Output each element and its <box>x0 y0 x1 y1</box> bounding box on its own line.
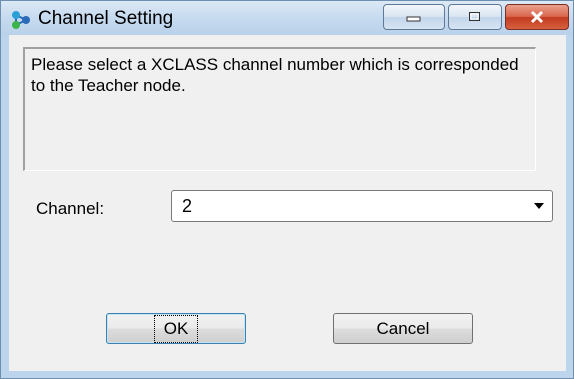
close-icon <box>530 10 544 24</box>
maximize-icon <box>469 12 480 21</box>
channel-selected-value: 2 <box>182 196 193 216</box>
cancel-button[interactable]: Cancel <box>333 313 473 344</box>
ok-button[interactable]: OK <box>106 313 246 344</box>
minimize-button[interactable] <box>383 4 445 30</box>
channel-dropdown[interactable]: 2 <box>171 190 553 222</box>
message-text: Please select a XCLASS channel number wh… <box>23 47 536 171</box>
ok-button-label: OK <box>153 314 199 343</box>
dialog-window: Channel Setting Please select a XCLASS c… <box>0 0 574 379</box>
network-nodes-icon <box>12 11 30 29</box>
channel-label: Channel: <box>36 199 105 218</box>
chevron-down-icon <box>534 203 544 209</box>
close-button[interactable] <box>505 4 569 30</box>
minimize-icon <box>406 16 421 22</box>
title-bar[interactable]: Channel Setting <box>1 1 573 35</box>
window-title: Channel Setting <box>38 8 174 29</box>
maximize-button[interactable] <box>448 4 502 30</box>
cancel-button-label: Cancel <box>376 318 430 338</box>
